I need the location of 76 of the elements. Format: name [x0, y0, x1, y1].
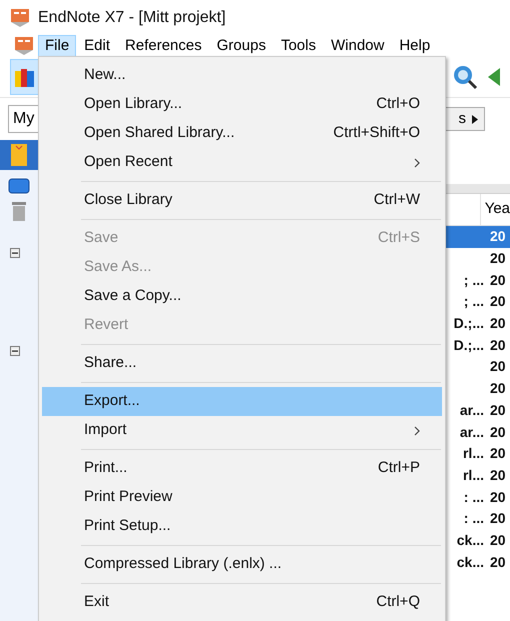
menu-item[interactable]: Compressed Library (.enlx) ... — [42, 550, 442, 579]
table-cell-text: D.;... — [452, 336, 485, 355]
table-row[interactable]: ck... 20 — [446, 530, 510, 552]
table-cell-text: 20 — [489, 292, 506, 312]
table-cell-text: 20 — [489, 552, 506, 572]
triangle-right-icon — [472, 114, 478, 124]
table-cell-text: D.;... — [452, 314, 485, 334]
table-cell-text: 20 — [489, 466, 506, 485]
table-cell-text: : ... — [462, 488, 485, 507]
menu-item[interactable]: Import — [42, 416, 442, 445]
column-header[interactable]: Yea — [480, 194, 510, 225]
table-cell-text: ck... — [456, 530, 485, 550]
table-row[interactable]: ; ... 20 — [446, 269, 510, 292]
collapse-icon[interactable] — [10, 346, 20, 356]
menu-bar-item[interactable]: Window — [324, 35, 392, 57]
menu-item[interactable]: Export... — [42, 387, 442, 416]
table-row[interactable]: ck... 20 — [446, 551, 510, 573]
app-logo-icon — [10, 8, 30, 28]
envelope-icon — [11, 144, 27, 166]
folder-icon[interactable] — [8, 178, 30, 194]
table-cell-text: 20 — [489, 422, 506, 442]
table-row[interactable]: 20 — [446, 248, 510, 270]
table-cell-text: ar... — [458, 422, 485, 442]
table-row[interactable]: 20 — [446, 378, 510, 400]
library-button[interactable] — [10, 58, 40, 94]
table-cell-text: 20 — [489, 336, 506, 355]
table-cell-text: 20 — [489, 530, 506, 550]
table-row[interactable]: D.;... 20 — [446, 312, 510, 334]
table-row[interactable]: ; ... 20 — [446, 291, 510, 313]
menu-bar-item[interactable]: Edit — [77, 35, 118, 57]
table-cell-text: 20 — [489, 509, 506, 528]
menu-bar-item[interactable]: Tools — [274, 35, 323, 57]
table-cell-text: 20 — [489, 270, 506, 290]
table-row[interactable]: rl... 20 — [446, 464, 510, 486]
table-cell-text: ck... — [456, 552, 485, 572]
table-row[interactable]: : ... 20 — [446, 486, 510, 508]
table-cell-text: rl... — [462, 444, 485, 464]
menu-bar-item[interactable]: File — [38, 35, 76, 57]
table-cell-text: 20 — [489, 488, 506, 507]
table-cell-text: rl... — [462, 466, 485, 485]
menu-bar-item[interactable]: Help — [392, 35, 438, 57]
menu-item[interactable]: Exit Ctrl+Q — [42, 588, 442, 617]
table-cell-text: 20 — [489, 314, 506, 334]
table-cell-text: 20 — [489, 379, 506, 398]
table-row[interactable]: 20 — [446, 226, 510, 248]
table-cell-text: ar... — [458, 400, 485, 420]
table-row[interactable]: ar... 20 — [446, 421, 510, 443]
table-row[interactable]: : ... 20 — [446, 508, 510, 530]
table-cell-text: : ... — [462, 509, 485, 528]
table-cell-text: 20 — [489, 357, 506, 376]
menu-item[interactable]: New... — [42, 61, 442, 90]
menu-bar-item[interactable]: Groups — [210, 35, 273, 57]
menu-bar-item[interactable]: References — [118, 35, 209, 57]
menu-item[interactable]: Close Library Ctrl+W — [42, 186, 442, 215]
table-cell-text: 20 — [489, 227, 506, 246]
table-cell-text: 20 — [489, 400, 506, 420]
collapse-icon[interactable] — [10, 248, 20, 258]
table-cell-text: 20 — [489, 249, 506, 268]
globe-search-icon[interactable] — [452, 64, 478, 90]
table-row[interactable]: rl... 20 — [446, 442, 510, 465]
table-cell-text: ; ... — [462, 292, 485, 312]
app-logo-icon — [14, 36, 34, 56]
table-row[interactable]: D.;... 20 — [446, 334, 510, 356]
table-row[interactable]: ar... 20 — [446, 400, 510, 422]
menu-item[interactable]: Print Setup... — [42, 512, 442, 541]
menu-item[interactable]: Open Recent — [42, 148, 442, 177]
menu-item[interactable]: Print... Ctrl+P — [42, 454, 442, 483]
menu-item[interactable]: Save a Copy... — [42, 282, 442, 311]
trash-icon[interactable] — [11, 200, 27, 222]
table-cell-text: 20 — [489, 444, 506, 464]
sidebar-item[interactable] — [0, 140, 38, 170]
menu-item[interactable]: Print Preview — [42, 483, 442, 512]
table-row[interactable]: 20 — [446, 356, 510, 378]
table-cell-text: ; ... — [462, 270, 485, 290]
menu-item[interactable]: Share... — [42, 349, 442, 378]
window-title: EndNote X7 - [Mitt projekt] — [38, 8, 226, 28]
